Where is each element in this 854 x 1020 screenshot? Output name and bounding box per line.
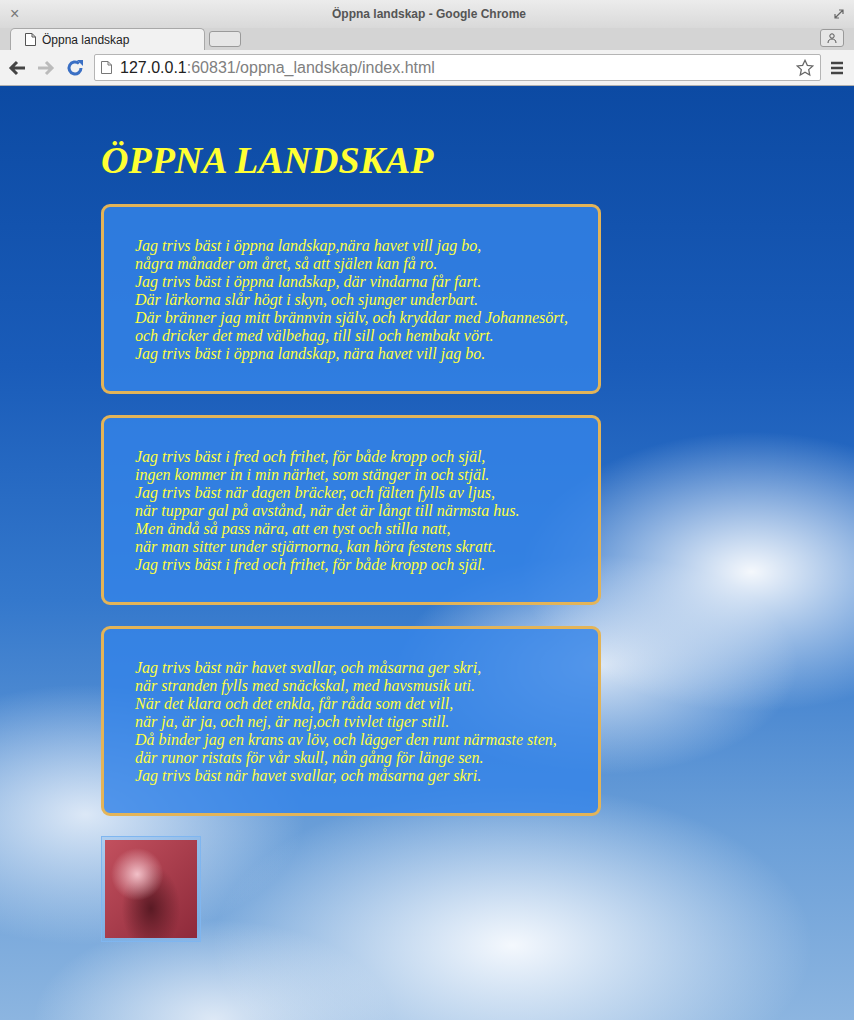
stanza-box: Jag trivs bäst i fred och frihet, för bå… [101, 415, 601, 605]
poem-line: Jag trivs bäst i öppna landskap, där vin… [135, 273, 582, 291]
poem-line: När det klara och det enkla, får råda so… [135, 695, 582, 713]
close-button[interactable]: × [10, 5, 24, 23]
tab[interactable]: Öppna landskap [10, 28, 205, 50]
poem-line: och dricker det med välbehag, till sill … [135, 327, 582, 345]
poem-line: Men ändå så pass nära, att en tyst och s… [135, 520, 582, 538]
poem-line: när tuppar gal på avstånd, när det är lå… [135, 502, 582, 520]
page-icon [101, 61, 112, 74]
back-arrow-icon[interactable] [7, 58, 27, 78]
window-title: Öppna landskap - Google Chrome [24, 7, 834, 21]
stanza-box: Jag trivs bäst när havet svallar, och må… [101, 626, 601, 816]
stanza-box: Jag trivs bäst i öppna landskap,nära hav… [101, 204, 601, 394]
poem-line: Då binder jag en krans av löv, och lägge… [135, 731, 582, 749]
poem-line: Jag trivs bäst när havet svallar, och må… [135, 767, 582, 785]
poem-line: Jag trivs bäst i öppna landskap,nära hav… [135, 237, 582, 255]
poem-line: Jag trivs bäst när dagen bräcker, och fä… [135, 484, 582, 502]
bookmark-star-icon[interactable] [796, 59, 814, 77]
poem-line: Jag trivs bäst i öppna landskap, nära ha… [135, 345, 582, 363]
page-icon [25, 33, 36, 46]
person-icon [827, 33, 837, 43]
toolbar: 127.0.0.1:60831/oppna_landskap/index.htm… [0, 50, 854, 86]
tab-strip: Öppna landskap [0, 28, 854, 50]
poem-line: Jag trivs bäst i fred och frihet, för bå… [135, 556, 582, 574]
page: ÖPPNA LANDSKAP Jag trivs bäst i öppna lan… [0, 86, 854, 1020]
user-button[interactable] [820, 29, 844, 47]
poem-line: där runor ristats för vår skull, nån gån… [135, 749, 582, 767]
address-bar[interactable]: 127.0.0.1:60831/oppna_landskap/index.htm… [94, 54, 821, 81]
poem-line: Där bränner jag mitt brännvin själv, och… [135, 309, 582, 327]
poem-line: när ja, är ja, och nej, är nej,och tvivl… [135, 713, 582, 731]
title-bar: ×Öppna landskap - Google Chrome [0, 0, 854, 28]
stamp-photo [105, 840, 197, 938]
poem-line: när stranden fylls med snäckskal, med ha… [135, 677, 582, 695]
poem-line: Jag trivs bäst i fred och frihet, för bå… [135, 448, 582, 466]
poem-line: ingen kommer in i min närhet, som stänge… [135, 466, 582, 484]
menu-icon[interactable] [830, 61, 844, 75]
new-tab-button[interactable] [209, 31, 241, 47]
poem-line: Där lärkorna slår högt i skyn, och sjung… [135, 291, 582, 309]
poem-line: när man sitter under stjärnorna, kan hör… [135, 538, 582, 556]
maximize-icon[interactable] [834, 9, 844, 19]
page-heading: ÖPPNA LANDSKAP [101, 130, 434, 190]
browser-window: ×Öppna landskap - Google ChromeÖppna lan… [0, 0, 854, 1020]
poem-line: några månader om året, så att själen kan… [135, 255, 582, 273]
reload-icon[interactable] [65, 58, 85, 78]
forward-arrow-icon[interactable] [36, 58, 56, 78]
stamp-image[interactable] [101, 836, 201, 942]
poem-line: Jag trivs bäst när havet svallar, och må… [135, 659, 582, 677]
url-text: 127.0.0.1:60831/oppna_landskap/index.htm… [120, 59, 788, 77]
